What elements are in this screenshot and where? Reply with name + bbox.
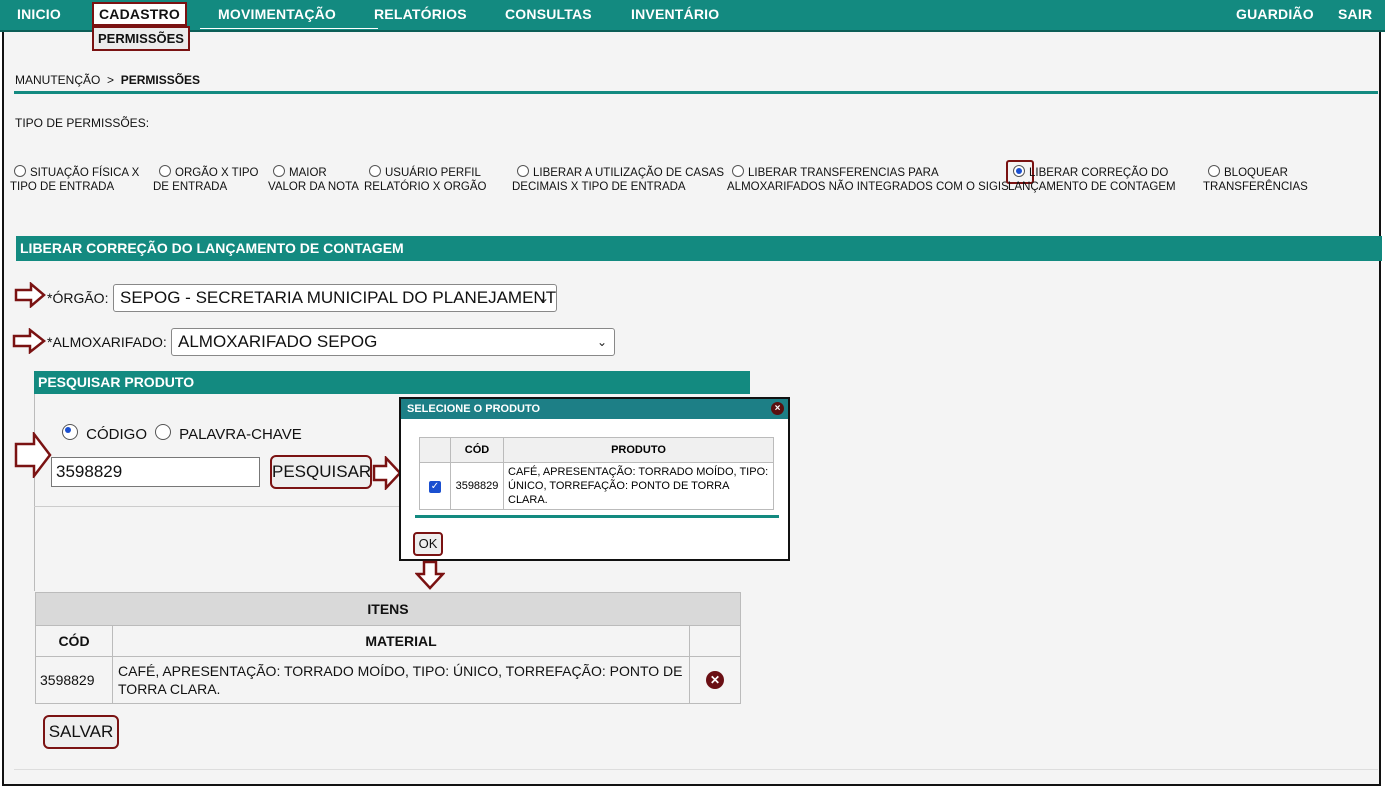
search-input[interactable]: 3598829: [51, 457, 260, 487]
arrow-right-icon: [14, 432, 52, 478]
modal-title: SELECIONE O PRODUTO: [407, 403, 541, 415]
breadcrumb-current: PERMISSÕES: [120, 73, 201, 87]
nav-underline: [200, 28, 378, 29]
select-product-modal: SELECIONE O PRODUTO × CÓD PRODUTO ✓ 3598…: [399, 397, 790, 561]
nav-movimentacao[interactable]: MOVIMENTAÇÃO: [218, 6, 336, 22]
radio-icon[interactable]: [155, 424, 171, 440]
table-header-cod: CÓD: [450, 437, 504, 463]
permission-option-transferencias[interactable]: LIBERAR TRANSFERENCIAS PARA ALMOXARIFADOS…: [727, 165, 1009, 194]
nav-inicio[interactable]: INICIO: [17, 6, 61, 22]
permission-option-maior-valor[interactable]: MAIOR VALOR DA NOTA: [268, 165, 359, 194]
permission-option-bloquear[interactable]: BLOQUEAR TRANSFERÊNCIAS: [1203, 165, 1308, 194]
modal-divider: [415, 515, 779, 518]
permission-option-casas-decimais[interactable]: LIBERAR A UTILIZAÇÃO DE CASAS DECIMAIS X …: [512, 165, 724, 194]
checkbox-checked-icon[interactable]: ✓: [429, 480, 441, 493]
permission-option-situacao[interactable]: SITUAÇÃO FÍSICA X TIPO DE ENTRADA: [10, 165, 139, 194]
permission-type-label: TIPO DE PERMISSÕES:: [15, 116, 150, 130]
items-table-title: ITENS: [35, 592, 741, 626]
radio-icon[interactable]: [369, 165, 381, 177]
permission-option-orgao-tipo[interactable]: ORGÃO X TIPO DE ENTRADA: [153, 165, 259, 194]
nav-consultas[interactable]: CONSULTAS: [505, 6, 592, 22]
orgao-select[interactable]: SEPOG - SECRETARIA MUNICIPAL DO PLANEJAM…: [113, 284, 557, 312]
radio-icon[interactable]: [1208, 165, 1220, 177]
items-header-action: [689, 625, 741, 657]
modal-title-bar: SELECIONE O PRODUTO ×: [401, 399, 788, 419]
items-header-cod: CÓD: [35, 625, 113, 657]
items-table: ITENS CÓD MATERIAL 3598829 CAFÉ, APRESEN…: [35, 592, 741, 704]
ok-button[interactable]: OK: [413, 532, 443, 556]
modal-product-table: CÓD PRODUTO ✓ 3598829 CAFÉ, APRESENTAÇÃO…: [419, 437, 774, 510]
modal-row-cod: 3598829: [450, 462, 504, 510]
radio-icon[interactable]: [732, 165, 744, 177]
close-icon[interactable]: ×: [771, 402, 784, 415]
table-row: 3598829 CAFÉ, APRESENTAÇÃO: TORRADO MOÍD…: [35, 656, 741, 704]
orgao-label: *ÓRGÃO:: [47, 290, 109, 306]
table-header-check: [419, 437, 451, 463]
search-panel-header: PESQUISAR PRODUTO: [34, 371, 750, 394]
modal-row-produto: CAFÉ, APRESENTAÇÃO: TORRADO MOÍDO, TIPO:…: [503, 462, 774, 510]
breadcrumb-parent[interactable]: MANUTENÇÃO: [15, 73, 100, 87]
arrow-right-icon: [372, 456, 402, 490]
nav-inventario[interactable]: INVENTÁRIO: [631, 6, 719, 22]
nav-guardiao[interactable]: GUARDIÃO: [1236, 6, 1314, 22]
item-cod: 3598829: [35, 656, 113, 704]
radio-selected-icon[interactable]: [1013, 165, 1025, 177]
search-button[interactable]: PESQUISAR: [270, 455, 372, 489]
radio-icon[interactable]: [159, 165, 171, 177]
radio-selected-icon[interactable]: [62, 424, 78, 440]
nav-sair[interactable]: SAIR: [1338, 6, 1372, 22]
almoxarifado-label: *ALMOXARIFADO:: [47, 334, 167, 350]
section-header: LIBERAR CORREÇÃO DO LANÇAMENTO DE CONTAG…: [16, 236, 1382, 261]
arrow-down-icon: [415, 560, 445, 590]
permission-option-liberar-correcao[interactable]: LIBERAR CORREÇÃO DO LANÇAMENTO DE CONTAGE…: [1008, 165, 1176, 194]
items-header-material: MATERIAL: [112, 625, 690, 657]
chevron-down-icon: ⌄: [538, 291, 549, 305]
permission-option-usuario-perfil[interactable]: USUÁRIO PERFIL RELATÓRIO X ORGÃO: [364, 165, 486, 194]
footer-divider: [14, 769, 1378, 770]
radio-icon[interactable]: [273, 165, 285, 177]
submenu-permissoes[interactable]: PERMISSÕES: [92, 26, 190, 51]
item-material: CAFÉ, APRESENTAÇÃO: TORRADO MOÍDO, TIPO:…: [112, 656, 690, 704]
radio-palavra-chave[interactable]: PALAVRA-CHAVE: [155, 424, 302, 443]
delete-icon[interactable]: ✕: [706, 671, 724, 689]
table-row[interactable]: ✓ 3598829 CAFÉ, APRESENTAÇÃO: TORRADO MO…: [419, 462, 774, 510]
breadcrumb-separator: >: [107, 73, 115, 87]
nav-relatorios[interactable]: RELATÓRIOS: [374, 6, 467, 22]
nav-cadastro[interactable]: CADASTRO: [92, 2, 187, 26]
radio-icon[interactable]: [517, 165, 529, 177]
breadcrumb-divider: [14, 91, 1378, 94]
breadcrumb: MANUTENÇÃO > PERMISSÕES: [15, 73, 200, 87]
table-header-produto: PRODUTO: [503, 437, 774, 463]
arrow-right-icon: [14, 282, 46, 308]
almoxarifado-select[interactable]: ALMOXARIFADO SEPOG ⌄: [171, 328, 615, 356]
chevron-down-icon: ⌄: [596, 335, 607, 349]
save-button[interactable]: SALVAR: [43, 715, 119, 749]
radio-icon[interactable]: [14, 165, 26, 177]
arrow-right-icon: [12, 328, 46, 354]
radio-codigo[interactable]: CÓDIGO: [62, 424, 147, 443]
